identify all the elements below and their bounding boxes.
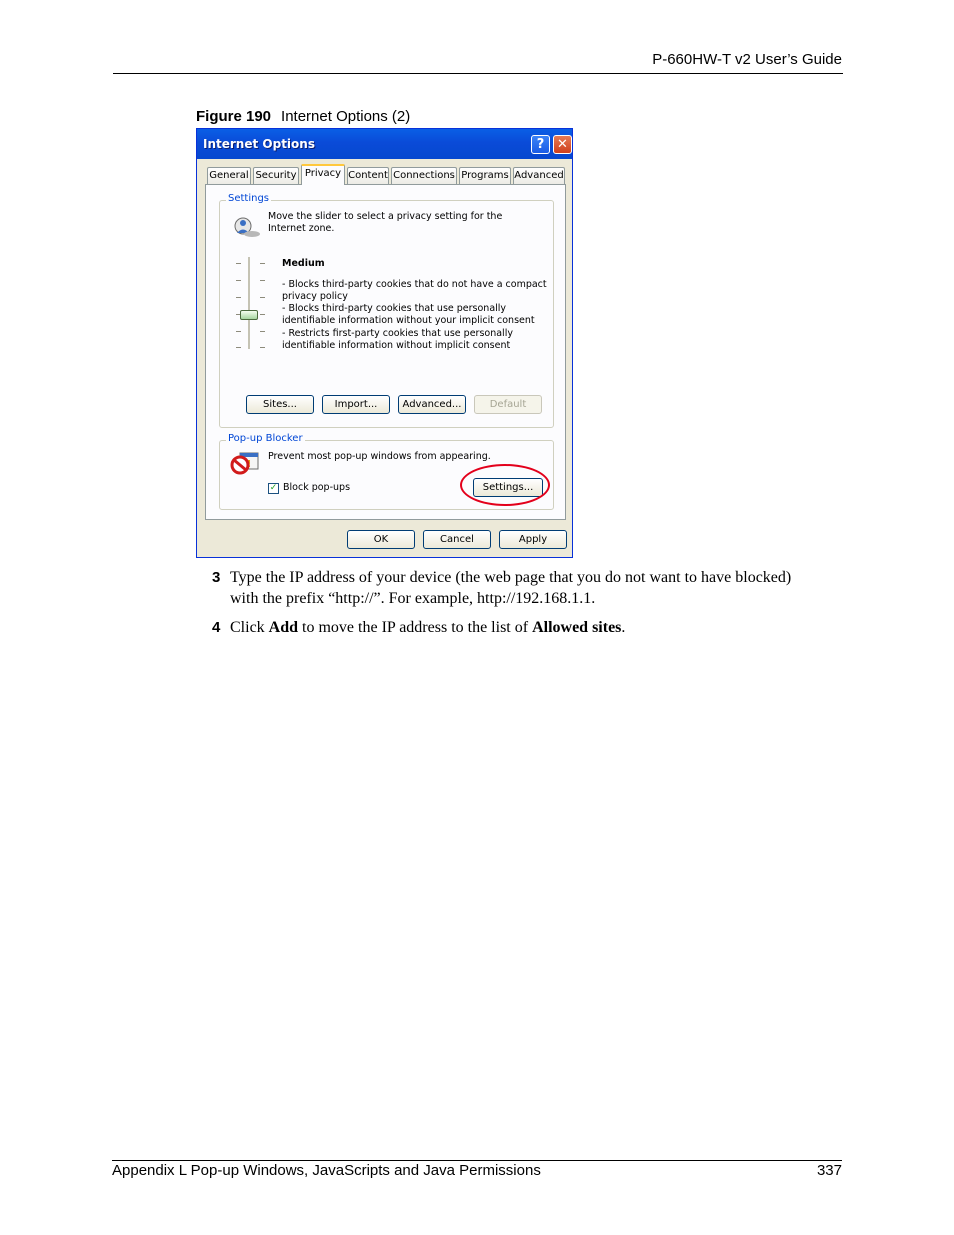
tab-advanced[interactable]: Advanced <box>513 167 565 184</box>
tab-content[interactable]: Content <box>347 167 389 184</box>
privacy-bullet-2: - Blocks third-party cookies that use pe… <box>282 303 535 326</box>
highlight-circle <box>460 464 550 506</box>
tab-connections[interactable]: Connections <box>391 167 457 184</box>
privacy-slider-thumb[interactable] <box>240 310 258 320</box>
step-4-add: Add <box>268 619 299 636</box>
slider-tick <box>236 280 241 281</box>
step-4-pre: Click <box>230 619 269 636</box>
popup-blocker-label: Pop-up Blocker <box>226 433 305 444</box>
cancel-button[interactable]: Cancel <box>423 530 491 549</box>
default-button[interactable]: Default <box>474 395 542 414</box>
step-4-number: 4 <box>212 619 221 636</box>
apply-button[interactable]: Apply <box>499 530 567 549</box>
step-4-mid: to move the IP address to the list of <box>298 619 533 636</box>
tab-programs[interactable]: Programs <box>459 167 511 184</box>
tab-privacy[interactable]: Privacy <box>301 164 345 185</box>
slider-tick <box>236 347 241 348</box>
figure-caption: Figure 190 Internet Options (2) <box>196 108 410 125</box>
sites-button[interactable]: Sites... <box>246 395 314 414</box>
step-3-text: Type the IP address of your device (the … <box>230 567 850 609</box>
globe-user-icon <box>234 217 260 237</box>
advanced-button[interactable]: Advanced... <box>398 395 466 414</box>
popup-blocker-description: Prevent most pop-up windows from appeari… <box>268 451 491 462</box>
slider-tick <box>260 331 265 332</box>
tab-strip: General Security Privacy Content Connect… <box>205 164 565 185</box>
settings-group: Settings Move the slider to select a pri… <box>219 193 554 428</box>
step-4-text: Click Add to move the IP address to the … <box>230 617 850 638</box>
block-popups-label: Block pop-ups <box>283 482 351 493</box>
privacy-level: Medium <box>282 258 325 269</box>
settings-intro: Move the slider to select a privacy sett… <box>268 211 503 234</box>
slider-tick <box>260 297 265 298</box>
close-icon[interactable]: ✕ <box>553 135 572 154</box>
slider-tick <box>260 314 265 315</box>
slider-tick <box>236 297 241 298</box>
header-rule <box>113 73 843 74</box>
slider-tick <box>260 347 265 348</box>
step-3-number: 3 <box>212 569 221 586</box>
running-header: P-660HW-T v2 User’s Guide <box>652 51 842 68</box>
figure-title: Internet Options (2) <box>281 108 411 125</box>
popup-blocker-icon: ! <box>230 452 259 475</box>
slider-tick <box>236 331 241 332</box>
step-4-post: . <box>621 619 626 636</box>
tab-security[interactable]: Security <box>253 167 299 184</box>
page-number: 337 <box>816 1162 842 1179</box>
privacy-bullet-3: - Restricts first-party cookies that use… <box>282 328 513 351</box>
footer-rule <box>112 1160 842 1161</box>
slider-tick <box>260 280 265 281</box>
tab-general[interactable]: General <box>207 167 251 184</box>
figure-label: Figure 190 <box>196 108 272 125</box>
dialog-title: Internet Options <box>203 137 315 151</box>
settings-group-label: Settings <box>226 193 272 204</box>
help-icon[interactable]: ? <box>531 135 550 154</box>
slider-tick <box>236 263 241 264</box>
slider-tick <box>260 263 265 264</box>
step-3-line-2: with the prefix “http://”. For example, … <box>230 590 596 607</box>
step-4-allowed-sites: Allowed sites <box>532 619 622 636</box>
privacy-bullet-1: - Blocks third-party cookies that do not… <box>282 279 547 302</box>
dialog-titlebar[interactable]: Internet Options ? ✕ <box>197 129 572 159</box>
footer-section-title: Appendix L Pop-up Windows, JavaScripts a… <box>112 1162 541 1179</box>
block-popups-checkbox[interactable]: ✓ <box>268 483 279 494</box>
step-3-line-1: Type the IP address of your device (the … <box>230 569 792 586</box>
import-button[interactable]: Import... <box>322 395 390 414</box>
ok-button[interactable]: OK <box>347 530 415 549</box>
privacy-slider-track[interactable] <box>248 257 250 349</box>
